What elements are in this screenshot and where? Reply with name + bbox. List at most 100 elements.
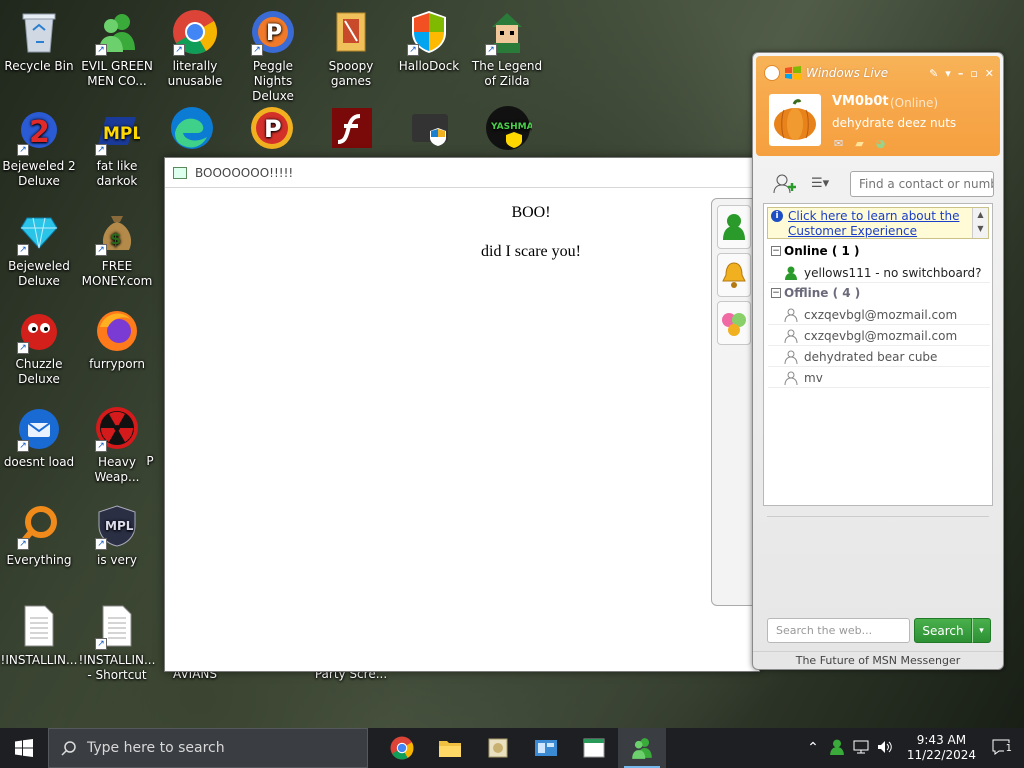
notification-center-button[interactable]: 1 <box>992 739 1014 758</box>
msn-messenger-window[interactable]: Windows Live ✎ ▾ – ▫ ✕ VM0b0t (Online) d… <box>752 52 1004 670</box>
start-button[interactable] <box>0 728 48 768</box>
avatar[interactable] <box>769 94 821 146</box>
desktop-icon-label: The Legend of Zilda <box>471 59 543 88</box>
desktop-icon-label: Chuzzle Deluxe <box>15 357 63 386</box>
peggle-icon: P <box>248 104 296 152</box>
browser-window-icon <box>583 738 605 758</box>
group-online-header[interactable]: − Online ( 1 ) <box>771 244 860 258</box>
close-button[interactable]: ✕ <box>985 67 994 80</box>
flash-icon <box>328 104 376 152</box>
desktop-icon-bejeweled-2[interactable]: 2 ↗ Bejeweled 2 Deluxe <box>0 108 78 189</box>
desktop-icon-evil-green-men[interactable]: ↗ EVIL GREEN MEN CO... <box>78 8 156 89</box>
clock-time: 9:43 AM <box>916 733 967 747</box>
offline-buddy-icon <box>784 350 798 364</box>
taskbar-app-5[interactable] <box>570 728 618 768</box>
contact-offline[interactable]: mv <box>768 368 990 388</box>
desktop-icon-label: EVIL GREEN MEN CO... <box>81 59 153 88</box>
desktop-icon-doesnt-load[interactable]: ↗ doesnt load <box>0 404 78 470</box>
desktop-icon-legend-of-zilda[interactable]: ↗ The Legend of Zilda <box>468 8 546 89</box>
messenger-menu-icon[interactable] <box>764 65 780 81</box>
collapse-icon[interactable]: − <box>771 246 781 256</box>
taskbar-file-explorer[interactable] <box>426 728 474 768</box>
customize-icon[interactable]: ✎ <box>929 67 938 80</box>
web-search-input[interactable]: Search the web... <box>767 618 910 643</box>
web-search-button[interactable]: Search <box>914 618 972 643</box>
contact-online[interactable]: yellows111 - no switchboard? <box>768 263 990 283</box>
taskbar-app-3[interactable] <box>474 728 522 768</box>
taskbar-chrome[interactable] <box>378 728 426 768</box>
maximize-button[interactable]: ▫ <box>970 67 977 80</box>
contact-name: yellows111 - no switchboard? <box>804 265 982 280</box>
desktop-icon-spoopy-games[interactable]: Spoopy games <box>312 8 390 89</box>
volume-icon[interactable] <box>877 740 893 757</box>
add-contact-icon[interactable] <box>773 173 797 199</box>
contact-offline[interactable]: cxzqevbgl@mozmail.com <box>768 326 990 346</box>
group-offline-header[interactable]: − Offline ( 4 ) <box>771 286 860 300</box>
desktop-icon-label: FREE MONEY.com <box>81 259 153 288</box>
shortcut-arrow-icon: ↗ <box>95 440 107 452</box>
contact-offline[interactable]: cxzqevbgl@mozmail.com <box>768 305 990 325</box>
desktop-icon-dock-shortcut[interactable] <box>398 104 462 155</box>
network-icon[interactable] <box>853 740 869 757</box>
desktop-icon-installing[interactable]: !INSTALLIN... <box>0 602 78 668</box>
personal-message[interactable]: dehydrate deez nuts <box>832 116 956 130</box>
boo-window-titlebar[interactable]: BOOOOOOO!!!!! <box>165 158 759 188</box>
display-name[interactable]: VM0b0t <box>832 94 889 109</box>
contact-offline[interactable]: dehydrated bear cube <box>768 347 990 367</box>
desktop-icon-everything[interactable]: ↗ Everything <box>0 502 78 568</box>
chevron-up-icon[interactable]: ⌃ <box>807 740 819 756</box>
dock-shield-icon <box>406 104 454 152</box>
desktop-icon-edge[interactable] <box>160 104 224 155</box>
customer-experience-link[interactable]: Click here to learn about the Customer E… <box>788 209 972 239</box>
search-options-dropdown[interactable]: ▾ <box>972 618 991 643</box>
taskbar-app-4[interactable] <box>522 728 570 768</box>
list-view-icon[interactable]: ☰▾ <box>811 176 829 191</box>
desktop-icon-hallodock[interactable]: ↗ HalloDock <box>390 8 468 74</box>
mail-icon[interactable]: ✉ <box>834 137 843 150</box>
taskbar-search-placeholder: Type here to search <box>87 740 225 756</box>
desktop-icon-free-money[interactable]: $ ↗ FREE MONEY.com <box>78 208 156 289</box>
desktop-icon-literally-unusable[interactable]: ↗ literally unusable <box>156 8 234 89</box>
butterfly-icon <box>722 313 746 336</box>
msn-titlebar[interactable]: Windows Live ✎ ▾ – ▫ ✕ <box>764 64 994 82</box>
side-tab-contacts[interactable] <box>717 205 751 249</box>
desktop-icon-is-very[interactable]: MPL ↗ is very <box>78 502 156 568</box>
desktop-icon-heavy-weapon[interactable]: ↗ Heavy Weap... <box>78 404 156 485</box>
desktop-icon-flash[interactable] <box>320 104 384 155</box>
bejeweled2-icon: 2 ↗ <box>15 108 63 156</box>
desktop-icon-chuzzle[interactable]: ↗ Chuzzle Deluxe <box>0 306 78 387</box>
side-tab-alerts[interactable] <box>717 253 751 297</box>
desktop-icon-yashma[interactable]: YASHMA <box>476 104 540 155</box>
svg-text:P: P <box>266 21 282 46</box>
minimize-button[interactable]: – <box>958 67 964 80</box>
options-dropdown-icon[interactable]: ▾ <box>945 67 951 80</box>
taskbar-clock[interactable]: 9:43 AM 11/22/2024 <box>907 733 976 763</box>
collapse-icon[interactable]: − <box>771 288 781 298</box>
spaces-icon[interactable]: ◕ <box>876 137 886 150</box>
desktop-icon-peggle[interactable]: P <box>240 104 304 155</box>
banner-scrollbar[interactable]: ▲ ▼ <box>972 208 988 238</box>
folder-icon[interactable]: ▰ <box>855 137 863 150</box>
contact-list: i Click here to learn about the Customer… <box>763 203 993 506</box>
buddy-icon <box>723 214 745 240</box>
desktop-icon-peggle-nights[interactable]: P ↗ Peggle Nights Deluxe <box>234 8 312 104</box>
side-tab-fun[interactable] <box>717 301 751 345</box>
desktop-icon-label: literally unusable <box>167 59 223 88</box>
taskbar: Type here to search ⌃ 9:43 AM 11/22/2024 <box>0 728 1024 768</box>
find-contact-input[interactable] <box>850 171 994 197</box>
taskbar-search-box[interactable]: Type here to search <box>48 728 368 768</box>
msn-footer-text[interactable]: The Future of MSN Messenger <box>753 651 1003 669</box>
msn-tray-icon[interactable] <box>829 739 845 758</box>
desktop-icon-bejeweled[interactable]: ↗ Bejeweled Deluxe <box>0 208 78 289</box>
status-text[interactable]: (Online) <box>890 96 938 110</box>
desktop-icon-fat-like-darkok[interactable]: MPL ↗ fat like darkok <box>78 108 156 189</box>
clock-date: 11/22/2024 <box>906 748 976 762</box>
taskbar-msn-messenger[interactable] <box>618 728 666 768</box>
desktop-icon-furryporn[interactable]: furryporn <box>78 306 156 372</box>
desktop-icon-recycle-bin[interactable]: Recycle Bin <box>0 8 78 74</box>
pumpkin-icon <box>774 99 816 140</box>
desktop-icon-installing-shortcut[interactable]: ↗ !INSTALLIN... - Shortcut <box>78 602 156 683</box>
edge-icon <box>168 104 216 152</box>
desktop-icon-label: Spoopy games <box>328 59 374 88</box>
boo-window[interactable]: BOOOOOOO!!!!! BOO! did I scare you! <box>164 157 760 672</box>
